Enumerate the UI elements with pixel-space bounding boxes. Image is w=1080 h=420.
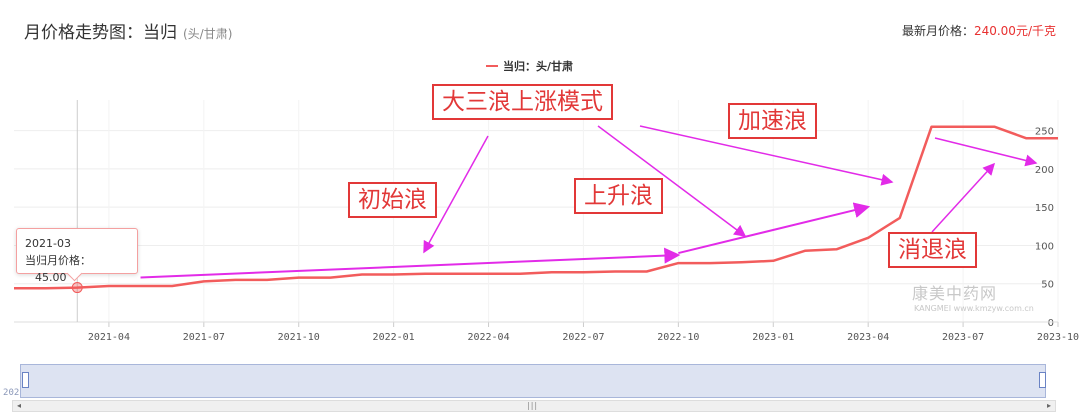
tooltip-value: 45.00 [35, 271, 67, 284]
y-tick-label: 150 [1035, 203, 1054, 214]
x-tick-label: 2023-07 [942, 332, 984, 343]
legend: 当归：头/甘肃 [486, 59, 573, 73]
navigator-selection[interactable] [20, 364, 1046, 398]
x-tick-label: 2021-07 [183, 332, 225, 343]
price-tooltip: 2021-03 当归月价格： 45.00 [16, 228, 138, 284]
scroll-left-icon[interactable]: ◂ [13, 400, 25, 412]
annotation-rising-wave: 上升浪 [574, 178, 663, 214]
x-tick-label: 2021-04 [88, 332, 130, 343]
navigator-left-handle[interactable] [22, 372, 29, 388]
tooltip-label: 当归月价格： [25, 254, 91, 267]
scroll-right-icon[interactable]: ▸ [1043, 400, 1055, 412]
callout-arrow [934, 137, 1038, 167]
y-tick-label: 100 [1035, 241, 1054, 252]
scroll-grip-icon[interactable]: ||| [527, 401, 538, 410]
y-tick-label: 0 [1048, 318, 1054, 329]
annotation-receding-wave: 消退浪 [888, 232, 977, 268]
x-tick-label: 2023-10 [1037, 332, 1079, 343]
watermark: 康美中药网 KANGMEI www.kmzyw.com.cn [912, 280, 1034, 313]
y-tick-label: 250 [1035, 127, 1054, 138]
annotation-initial-wave: 初始浪 [348, 182, 437, 218]
y-tick-label: 50 [1041, 280, 1054, 291]
x-tick-label: 2022-10 [657, 332, 699, 343]
x-tick-label: 2022-04 [467, 332, 509, 343]
x-tick-label: 2023-04 [847, 332, 889, 343]
x-tick-label: 2022-07 [562, 332, 604, 343]
range-navigator[interactable]: ◂ ||| ▸ [12, 362, 1056, 412]
annotation-pattern: 大三浪上涨模式 [432, 84, 613, 120]
watermark-main: 康美中药网 [912, 284, 998, 303]
x-tick-label: 2021-10 [278, 332, 320, 343]
x-tick-label: 2022-01 [373, 332, 415, 343]
tooltip-date: 2021-03 [25, 237, 71, 250]
legend-label: 当归：头/甘肃 [503, 59, 573, 73]
annotation-accelerating-wave: 加速浪 [728, 103, 817, 139]
y-tick-label: 200 [1035, 165, 1054, 176]
watermark-sub: KANGMEI www.kmzyw.com.cn [914, 304, 1034, 313]
navigator-scrollbar[interactable]: ◂ ||| ▸ [12, 400, 1056, 412]
x-tick-label: 2023-01 [752, 332, 794, 343]
navigator-right-handle[interactable] [1039, 372, 1046, 388]
price-line-chart[interactable]: 当归：头/甘肃 0 50 100 150 200 250 2021-04 2021-07 2021… [0, 0, 1080, 420]
